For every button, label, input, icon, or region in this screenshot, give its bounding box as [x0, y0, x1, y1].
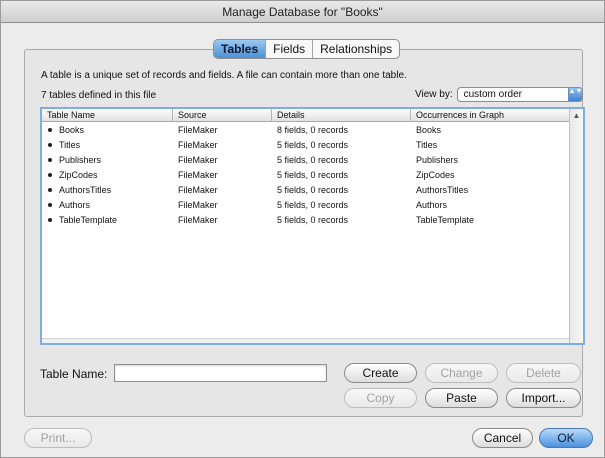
view-by-value: custom order	[463, 89, 522, 100]
tab-bar: Tables Fields Relationships	[213, 39, 401, 59]
row-bullet-icon	[48, 173, 52, 177]
cell-occurrences: ZipCodes	[416, 170, 455, 180]
cell-table-name: TableTemplate	[59, 215, 118, 225]
tab-relationships[interactable]: Relationships	[313, 40, 399, 58]
table-row[interactable]: Publishers FileMaker 5 fields, 0 records Pu…	[42, 153, 569, 168]
change-button[interactable]: Change	[425, 363, 498, 383]
cell-occurrences: Titles	[416, 140, 438, 150]
create-button[interactable]: Create	[344, 363, 417, 383]
select-arrows-icon: ▲▼	[567, 88, 582, 101]
cell-source: FileMaker	[178, 185, 218, 195]
delete-button[interactable]: Delete	[506, 363, 581, 383]
table-count-text: 7 tables defined in this file	[41, 90, 157, 101]
horizontal-scrollbar[interactable]	[42, 338, 569, 343]
cell-occurrences: Publishers	[416, 155, 459, 165]
table-body: Books FileMaker 8 fields, 0 records Books Ti…	[42, 123, 569, 228]
table-row[interactable]: Books FileMaker 8 fields, 0 records Books	[42, 123, 569, 138]
cell-occurrences: TableTemplate	[416, 215, 475, 225]
cell-table-name: ZipCodes	[59, 170, 98, 180]
row-bullet-icon	[48, 143, 52, 147]
tab-tables[interactable]: Tables	[214, 40, 267, 58]
cancel-button[interactable]: Cancel	[472, 428, 533, 448]
manage-database-dialog: Manage Database for "Books" Tables Field…	[0, 0, 605, 458]
cell-occurrences: AuthorsTitles	[416, 185, 469, 195]
column-header-occurrences[interactable]: Occurrences in Graph	[411, 109, 569, 122]
row-bullet-icon	[48, 218, 52, 222]
cell-table-name: AuthorsTitles	[59, 185, 112, 195]
column-header-source[interactable]: Source	[173, 109, 272, 122]
table-header: Table Name Source Details Occurrences in…	[42, 109, 569, 122]
cell-occurrences: Authors	[416, 200, 448, 210]
view-by-label: View by:	[415, 89, 453, 100]
cell-occurrences: Books	[416, 125, 442, 135]
table-name-label: Table Name:	[40, 367, 108, 381]
cell-table-name: Authors	[59, 200, 91, 210]
print-button[interactable]: Print...	[24, 428, 92, 448]
vertical-scrollbar[interactable]: ▲	[569, 109, 583, 343]
row-bullet-icon	[48, 203, 52, 207]
cell-details: 5 fields, 0 records	[277, 185, 349, 195]
table-row[interactable]: TableTemplate FileMaker 5 fields, 0 record…	[42, 213, 569, 228]
scroll-up-arrow-icon[interactable]: ▲	[570, 109, 583, 122]
cell-details: 5 fields, 0 records	[277, 170, 349, 180]
import-button[interactable]: Import...	[506, 388, 581, 408]
table-row[interactable]: Authors FileMaker 5 fields, 0 records Autho…	[42, 198, 569, 213]
table-row[interactable]: AuthorsTitles FileMaker 5 fields, 0 record…	[42, 183, 569, 198]
cell-details: 5 fields, 0 records	[277, 215, 349, 225]
cell-source: FileMaker	[178, 170, 218, 180]
tab-fields[interactable]: Fields	[266, 40, 314, 58]
tables-list: Table Name Source Details Occurrences in…	[40, 107, 585, 345]
cell-source: FileMaker	[178, 200, 218, 210]
cell-source: FileMaker	[178, 155, 218, 165]
row-bullet-icon	[48, 188, 52, 192]
view-by-control: View by: custom order ▲▼	[415, 87, 583, 102]
view-by-select[interactable]: custom order ▲▼	[456, 87, 583, 102]
paste-button[interactable]: Paste	[425, 388, 498, 408]
ok-button[interactable]: OK	[539, 428, 593, 448]
cell-source: FileMaker	[178, 140, 218, 150]
cell-table-name: Publishers	[59, 155, 102, 165]
cell-table-name: Titles	[59, 140, 81, 150]
column-header-table-name[interactable]: Table Name	[42, 109, 173, 122]
cell-table-name: Books	[59, 125, 85, 135]
copy-button[interactable]: Copy	[344, 388, 417, 408]
table-name-input[interactable]	[114, 364, 327, 382]
row-bullet-icon	[48, 128, 52, 132]
cell-details: 5 fields, 0 records	[277, 200, 349, 210]
cell-source: FileMaker	[178, 125, 218, 135]
table-row[interactable]: Titles FileMaker 5 fields, 0 records Titles	[42, 138, 569, 153]
table-row[interactable]: ZipCodes FileMaker 5 fields, 0 records ZipC…	[42, 168, 569, 183]
window-title: Manage Database for "Books"	[1, 1, 604, 23]
cell-details: 8 fields, 0 records	[277, 125, 349, 135]
column-header-details[interactable]: Details	[272, 109, 411, 122]
description-text: A table is a unique set of records and f…	[41, 70, 407, 81]
row-bullet-icon	[48, 158, 52, 162]
cell-source: FileMaker	[178, 215, 218, 225]
cell-details: 5 fields, 0 records	[277, 155, 349, 165]
cell-details: 5 fields, 0 records	[277, 140, 349, 150]
